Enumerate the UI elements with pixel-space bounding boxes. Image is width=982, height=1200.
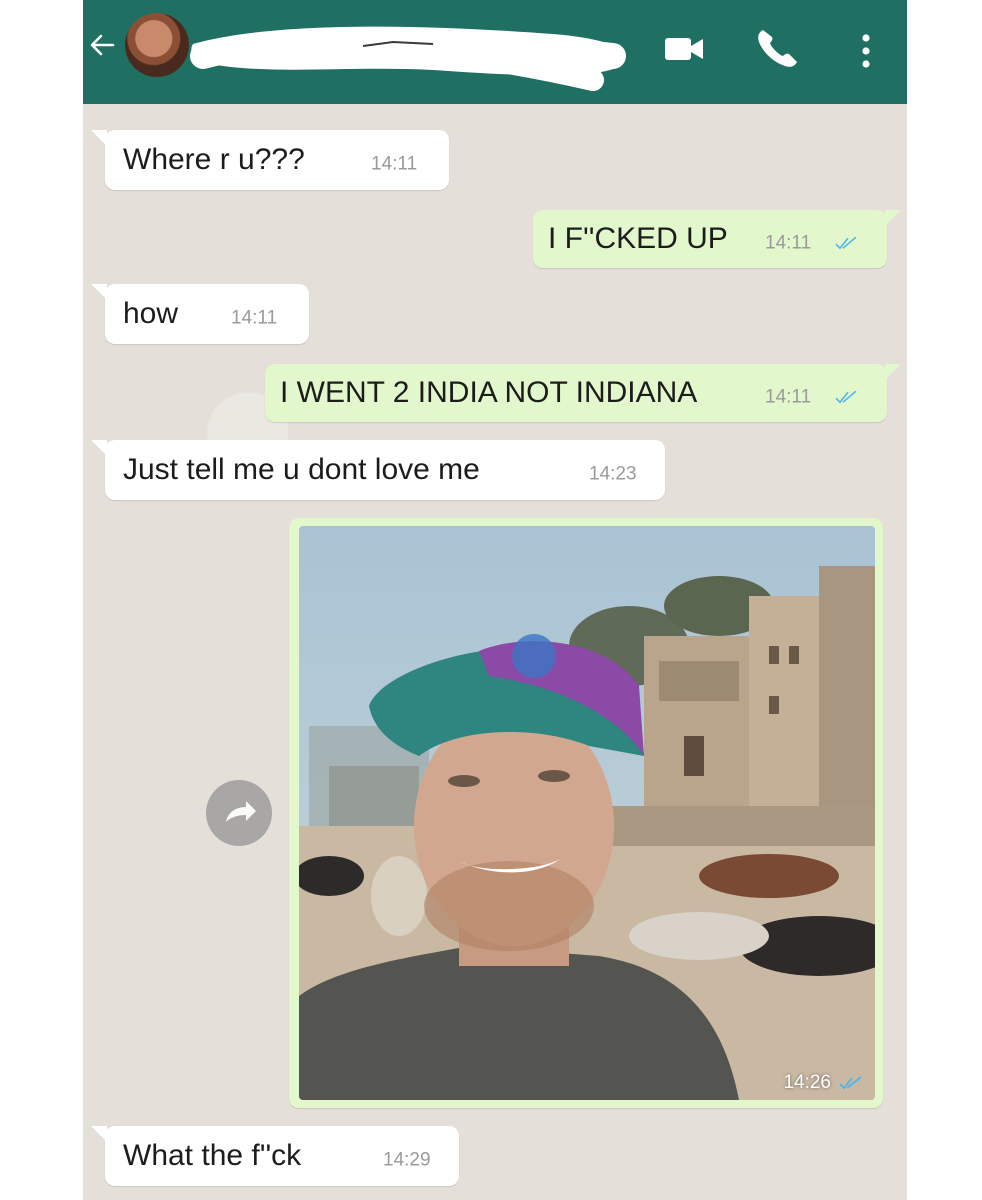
chat-screen: Where r u??? 14:11 I F''CKED UP 14:11 ho… — [83, 0, 907, 1200]
selfie-photo[interactable] — [299, 526, 875, 1100]
chat-header — [83, 0, 907, 104]
read-ticks-icon — [835, 236, 857, 250]
message-time: 14:26 — [783, 1072, 831, 1093]
more-vert-icon[interactable] — [860, 34, 872, 68]
message-time: 14:11 — [371, 153, 418, 175]
message-text: Where r u??? — [123, 143, 305, 176]
phone-icon[interactable] — [753, 26, 801, 70]
message-incoming[interactable]: Just tell me u dont love me 14:23 — [91, 440, 665, 500]
read-ticks-icon — [835, 390, 857, 404]
message-text: I WENT 2 INDIA NOT INDIANA — [280, 376, 698, 409]
message-text: how — [123, 297, 179, 330]
message-text: Just tell me u dont love me — [123, 453, 480, 486]
message-time: 14:11 — [765, 386, 812, 408]
message-text: I F''CKED UP — [548, 222, 728, 255]
message-time: 14:29 — [383, 1149, 431, 1171]
message-incoming[interactable]: What the f''ck 14:29 — [91, 1126, 459, 1186]
message-time: 14:11 — [231, 307, 278, 329]
video-call-icon[interactable] — [665, 37, 703, 61]
back-arrow-icon[interactable] — [87, 30, 117, 60]
message-outgoing[interactable]: I WENT 2 INDIA NOT INDIANA 14:11 — [265, 364, 901, 422]
forward-button[interactable] — [206, 780, 272, 846]
message-outgoing-image[interactable]: 14:26 — [289, 518, 883, 1108]
read-ticks-icon — [839, 1076, 862, 1090]
message-outgoing[interactable]: I F''CKED UP 14:11 — [533, 210, 901, 268]
message-time: 14:11 — [765, 232, 812, 254]
message-incoming[interactable]: Where r u??? 14:11 — [91, 130, 449, 190]
message-time: 14:23 — [589, 463, 637, 485]
forward-arrow-icon — [226, 801, 256, 822]
redacted-contact-name[interactable] — [133, 4, 653, 104]
message-incoming[interactable]: how 14:11 — [91, 284, 309, 344]
message-text: What the f''ck — [123, 1139, 302, 1172]
